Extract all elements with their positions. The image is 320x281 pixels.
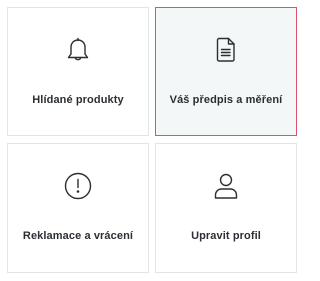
tile-label: Upravit profil (191, 230, 261, 242)
tile-watched-products[interactable]: Hlídané produkty (7, 7, 149, 136)
document-icon (208, 32, 244, 68)
tile-complaints-returns[interactable]: Reklamace a vrácení (7, 143, 149, 273)
tile-label: Hlídané produkty (32, 94, 124, 106)
alert-circle-icon (60, 168, 96, 204)
tile-label: Váš předpis a měření (169, 94, 283, 106)
tile-label: Reklamace a vrácení (22, 230, 134, 242)
account-menu-grid: Hlídané produkty Váš předpis a měření Re… (0, 0, 304, 281)
tile-prescription-measurements[interactable]: Váš předpis a měření (155, 7, 297, 136)
user-icon (208, 168, 244, 204)
bell-icon (60, 32, 96, 68)
tile-edit-profile[interactable]: Upravit profil (155, 143, 297, 273)
